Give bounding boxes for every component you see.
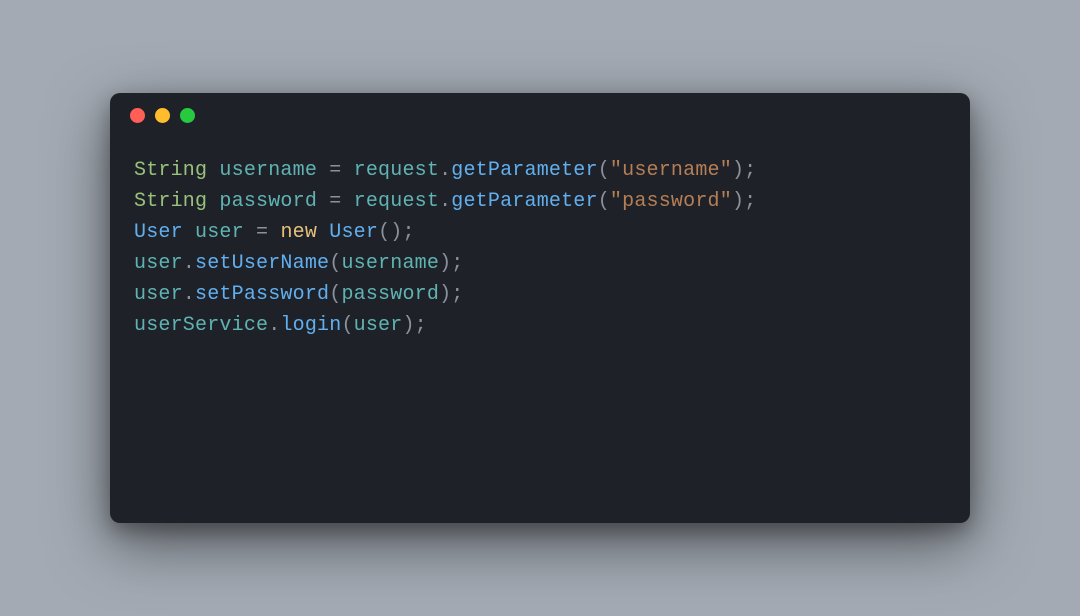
token-ident: password xyxy=(219,190,317,213)
token-punct: ); xyxy=(732,190,756,213)
token-method: setUserName xyxy=(195,252,329,275)
token-keyword: new xyxy=(280,221,317,244)
zoom-icon[interactable] xyxy=(180,108,195,123)
token-ident: username xyxy=(341,252,439,275)
token-ident: user xyxy=(134,252,183,275)
token-punct: . xyxy=(439,190,451,213)
code-line: String password = request.getParameter("… xyxy=(134,186,946,217)
token-ident: username xyxy=(219,159,317,182)
token-ident: request xyxy=(354,190,439,213)
token-equals: = xyxy=(256,221,268,244)
token-method: login xyxy=(280,314,341,337)
token-punct: ( xyxy=(598,159,610,182)
token-ident: user xyxy=(134,283,183,306)
token-punct: ); xyxy=(732,159,756,182)
code-body: String username = request.getParameter("… xyxy=(110,137,970,359)
token-punct: . xyxy=(183,283,195,306)
token-method: getParameter xyxy=(451,159,597,182)
token-punct: ); xyxy=(402,314,426,337)
token-punct: ( xyxy=(329,283,341,306)
token-ident: password xyxy=(341,283,439,306)
titlebar xyxy=(110,93,970,137)
close-icon[interactable] xyxy=(130,108,145,123)
code-line: user.setUserName(username); xyxy=(134,248,946,279)
token-ident: user xyxy=(354,314,403,337)
token-ident: userService xyxy=(134,314,268,337)
code-line: userService.login(user); xyxy=(134,310,946,341)
token-method: getParameter xyxy=(451,190,597,213)
token-punct: . xyxy=(183,252,195,275)
token-punct: ); xyxy=(439,252,463,275)
token-method: setPassword xyxy=(195,283,329,306)
code-line: User user = new User(); xyxy=(134,217,946,248)
token-type: String xyxy=(134,159,207,182)
token-ident: request xyxy=(354,159,439,182)
token-punct: . xyxy=(439,159,451,182)
token-punct: ); xyxy=(439,283,463,306)
token-string: "username" xyxy=(610,159,732,182)
token-equals: = xyxy=(329,190,341,213)
token-punct: (); xyxy=(378,221,415,244)
token-punct: ( xyxy=(341,314,353,337)
code-line: user.setPassword(password); xyxy=(134,279,946,310)
token-ident: user xyxy=(195,221,244,244)
token-equals: = xyxy=(329,159,341,182)
token-string: "password" xyxy=(610,190,732,213)
token-type: String xyxy=(134,190,207,213)
token-method: User xyxy=(329,221,378,244)
token-method: User xyxy=(134,221,183,244)
code-line: String username = request.getParameter("… xyxy=(134,155,946,186)
code-window: String username = request.getParameter("… xyxy=(110,93,970,523)
token-punct: ( xyxy=(329,252,341,275)
token-punct: . xyxy=(268,314,280,337)
token-punct: ( xyxy=(598,190,610,213)
minimize-icon[interactable] xyxy=(155,108,170,123)
